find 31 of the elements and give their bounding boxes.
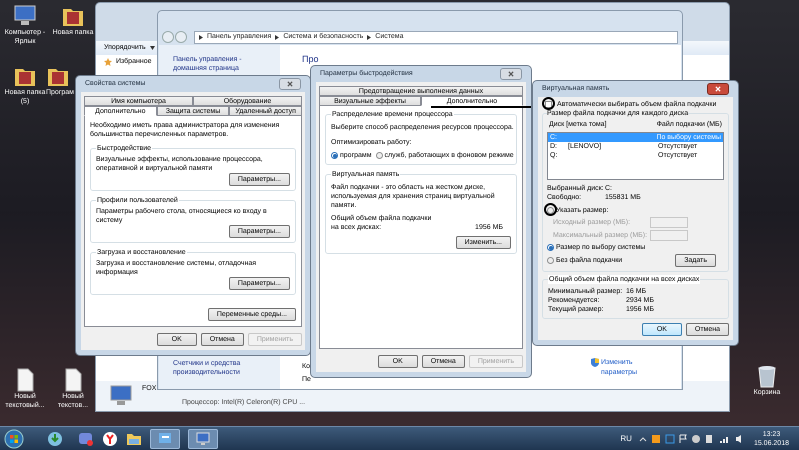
close-icon	[508, 71, 514, 77]
star-icon	[104, 58, 112, 66]
browser-icon[interactable]	[102, 430, 118, 446]
chevron-icon	[275, 34, 280, 40]
close-button[interactable]	[279, 78, 301, 90]
document-icon[interactable]	[63, 368, 83, 392]
caret-icon	[150, 46, 155, 50]
radio-button[interactable]	[331, 152, 338, 159]
shield-icon	[591, 358, 599, 367]
radio-button[interactable]	[376, 152, 383, 159]
close-icon	[715, 86, 721, 92]
radio-button[interactable]	[547, 207, 554, 214]
chevron-icon	[367, 34, 372, 40]
download-icon[interactable]	[47, 430, 63, 446]
close-button[interactable]	[500, 68, 522, 80]
radio-button[interactable]	[547, 244, 554, 251]
checkbox[interactable]	[545, 100, 552, 108]
close-icon	[287, 81, 293, 87]
language-indicator[interactable]: RU	[620, 432, 632, 444]
chevron-icon	[199, 34, 203, 40]
heading-fragment: Про	[302, 53, 320, 66]
document-icon[interactable]	[15, 368, 35, 392]
computer-icon[interactable]	[12, 4, 38, 28]
taskbar-window-button[interactable]	[150, 428, 180, 448]
close-button[interactable]	[707, 82, 729, 95]
computer-icon	[196, 432, 210, 446]
taskbar-window-button[interactable]	[188, 428, 218, 448]
computer-icon	[108, 384, 134, 408]
trash-can-icon[interactable]	[756, 364, 778, 388]
radio-button[interactable]	[547, 257, 554, 264]
start-button-icon[interactable]	[4, 428, 24, 448]
